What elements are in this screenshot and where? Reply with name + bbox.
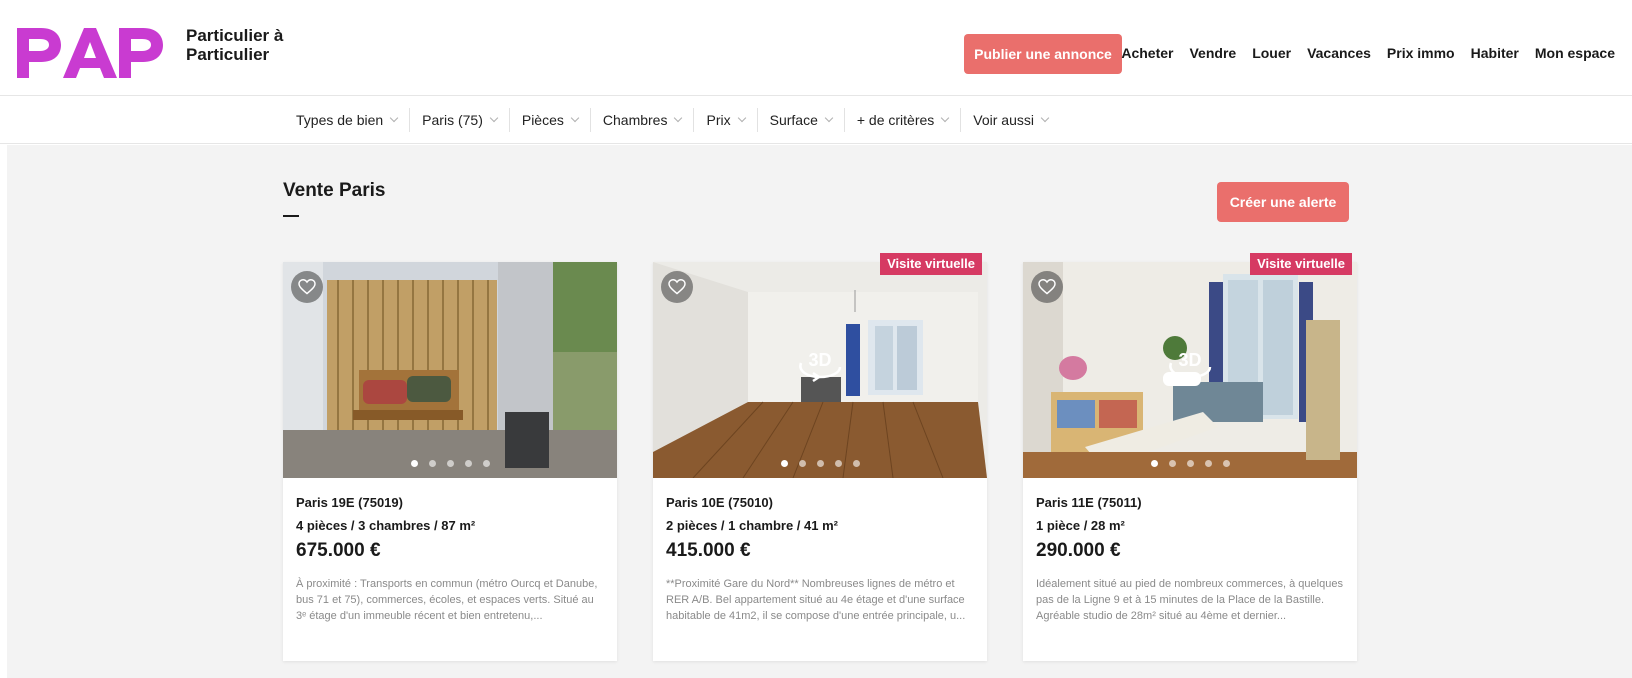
results-area: Vente Paris Créer une alerte Paris 19E (… (7, 145, 1632, 678)
main-nav: Acheter Vendre Louer Vacances Prix immo … (1121, 45, 1615, 61)
listing-price: 675.000 € (296, 540, 381, 561)
publish-listing-button[interactable]: Publier une annonce (964, 34, 1122, 74)
chevron-down-icon (570, 113, 580, 122)
chevron-down-icon (489, 113, 499, 122)
pagination-dot[interactable] (780, 460, 788, 467)
pagination-dot[interactable] (1150, 460, 1158, 467)
pagination-dot[interactable] (834, 460, 842, 467)
pagination-dot[interactable] (464, 460, 472, 467)
3d-tour-icon: 3D (1169, 350, 1212, 383)
favorite-button[interactable] (661, 271, 693, 303)
filter-types-de-bien[interactable]: Types de bien (283, 108, 409, 132)
filter-bar: Types de bien Paris (75) Pièces Chambres… (0, 96, 1632, 144)
3d-tour-icon: 3D (799, 350, 842, 383)
pagination-dot[interactable] (428, 460, 436, 467)
photo-pagination[interactable] (653, 460, 987, 467)
pap-logo-mark (17, 28, 163, 78)
heart-outline-icon (298, 279, 316, 295)
filter-label: Surface (769, 112, 818, 128)
pagination-dot[interactable] (1204, 460, 1212, 467)
listing-specs: 2 pièces / 1 chambre / 41 m² (666, 518, 838, 533)
title-underline (283, 215, 299, 217)
heart-outline-icon (668, 279, 686, 295)
virtual-visit-badge: Visite virtuelle (1250, 253, 1352, 275)
filter-label: Voir aussi (973, 112, 1034, 128)
tagline-line-1: Particulier à (186, 26, 284, 45)
nav-louer[interactable]: Louer (1252, 45, 1291, 61)
filter-prix[interactable]: Prix (693, 108, 756, 132)
listing-card[interactable]: Visite virtuelle 3D Paris 10E (75010) 2 … (653, 253, 987, 661)
listing-description: À proximité : Transports en commun (métr… (296, 578, 598, 622)
chevron-down-icon (674, 113, 683, 122)
nav-acheter[interactable]: Acheter (1121, 45, 1173, 61)
filter-pieces[interactable]: Pièces (508, 108, 590, 132)
filter-label: Prix (706, 112, 731, 128)
listing-photo[interactable]: 3D (653, 262, 987, 478)
filter-label: Paris (75) (422, 112, 483, 128)
favorite-button[interactable] (1031, 271, 1063, 303)
chevron-down-icon (389, 113, 399, 122)
chevron-down-icon (737, 113, 746, 122)
photo-pagination[interactable] (1023, 460, 1357, 467)
chevron-down-icon (941, 113, 950, 122)
pap-logo[interactable] (17, 26, 163, 80)
nav-vendre[interactable]: Vendre (1189, 45, 1236, 61)
listing-location: Paris 19E (75019) (296, 495, 403, 510)
pagination-dot[interactable] (1168, 460, 1176, 467)
nav-vacances[interactable]: Vacances (1307, 45, 1371, 61)
chevron-down-icon (1040, 113, 1050, 122)
listing-location: Paris 11E (75011) (1036, 495, 1142, 510)
listing-price: 415.000 € (666, 540, 751, 561)
listing-specs: 4 pièces / 3 chambres / 87 m² (296, 518, 476, 533)
pagination-dot[interactable] (798, 460, 806, 467)
filter-label: + de critères (856, 112, 935, 128)
filter-chambres[interactable]: Chambres (589, 108, 694, 132)
chevron-down-icon (824, 113, 834, 122)
site-tagline: Particulier à Particulier (186, 26, 283, 64)
pagination-dot[interactable] (852, 460, 860, 467)
filter-more-criteria[interactable]: + de critères (843, 108, 960, 132)
page-title: Vente Paris (283, 180, 386, 201)
listing-card[interactable]: Visite virtuelle 3D Paris 11E (75011) 1 … (1023, 253, 1357, 661)
favorite-button[interactable] (291, 271, 323, 303)
filter-surface[interactable]: Surface (756, 108, 844, 132)
tagline-line-2: Particulier (186, 45, 270, 64)
listing-card[interactable]: Paris 19E (75019) 4 pièces / 3 chambres … (283, 262, 617, 661)
filter-label: Pièces (521, 112, 564, 128)
virtual-visit-badge: Visite virtuelle (880, 253, 982, 275)
listing-location: Paris 10E (75010) (666, 495, 773, 510)
listing-price: 290.000 € (1036, 540, 1121, 561)
svg-text:3D: 3D (1178, 350, 1201, 370)
svg-text:3D: 3D (808, 350, 831, 370)
listing-description: Idéalement situé au pied de nombreux com… (1036, 578, 1343, 622)
listing-description: **Proximité Gare du Nord** Nombreuses li… (666, 578, 966, 622)
nav-habiter[interactable]: Habiter (1471, 45, 1519, 61)
create-alert-button[interactable]: Créer une alerte (1217, 182, 1349, 222)
listing-specs: 1 pièce / 28 m² (1036, 518, 1125, 533)
pagination-dot[interactable] (1186, 460, 1194, 467)
balcony-photo (283, 262, 617, 478)
filter-label: Chambres (602, 112, 668, 128)
listing-photo[interactable]: 3D (1023, 262, 1357, 478)
listing-photo[interactable] (283, 262, 617, 478)
filter-label: Types de bien (296, 112, 384, 128)
nav-mon-espace[interactable]: Mon espace (1535, 45, 1615, 61)
heart-outline-icon (1038, 279, 1056, 295)
filter-voir-aussi[interactable]: Voir aussi (960, 108, 1060, 132)
pagination-dot[interactable] (1222, 460, 1230, 467)
pagination-dot[interactable] (446, 460, 454, 467)
pagination-dot[interactable] (482, 460, 490, 467)
pagination-dot[interactable] (410, 460, 418, 467)
filter-location[interactable]: Paris (75) (409, 108, 509, 132)
nav-prix-immo[interactable]: Prix immo (1387, 45, 1455, 61)
photo-pagination[interactable] (283, 460, 617, 467)
site-header: Particulier à Particulier Publier une an… (0, 0, 1632, 96)
pagination-dot[interactable] (816, 460, 824, 467)
